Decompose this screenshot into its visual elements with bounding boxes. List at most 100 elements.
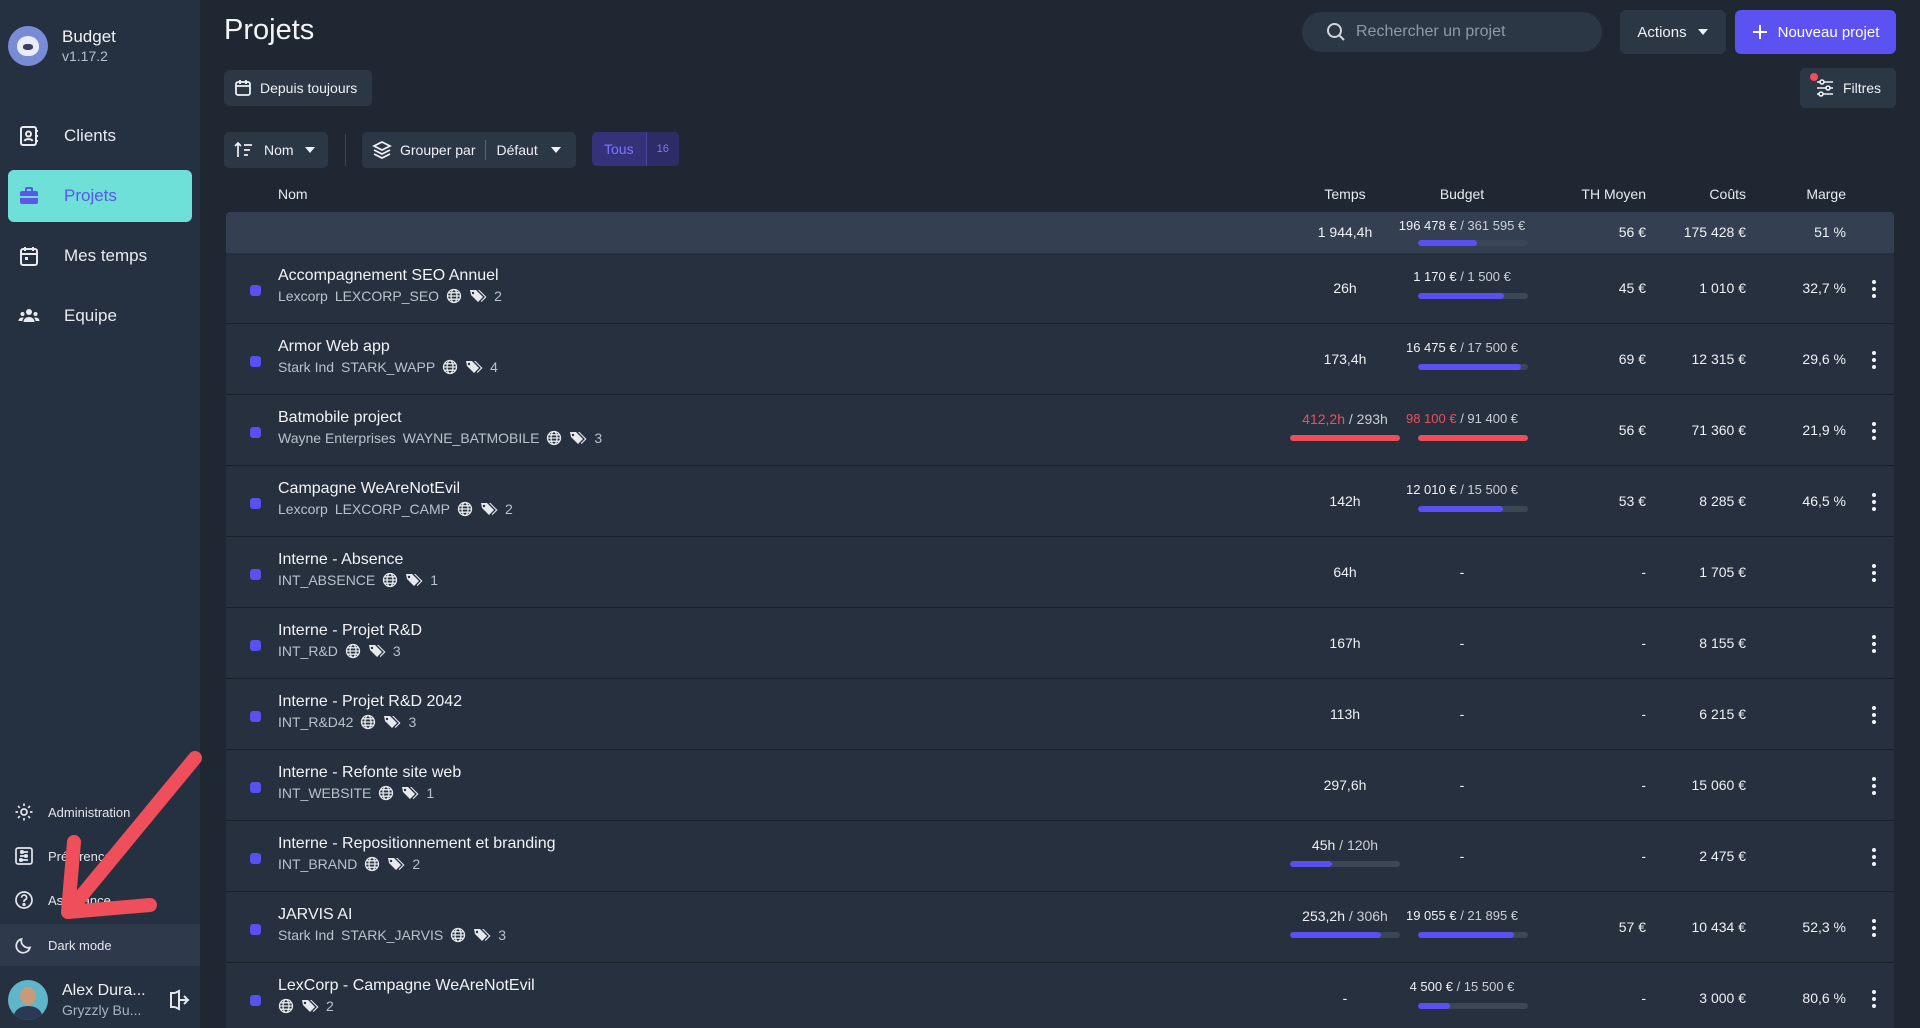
project-name[interactable]: Batmobile project xyxy=(278,409,402,427)
moon-icon xyxy=(15,937,32,954)
tags-icon xyxy=(402,787,419,799)
nav-item-equipe[interactable]: Equipe xyxy=(8,290,192,342)
table-row[interactable]: Batmobile project Wayne Enterprises WAYNE_… xyxy=(226,395,1894,466)
table-row[interactable]: Interne - Repositionnement et branding IN… xyxy=(226,821,1894,892)
all-label: Tous xyxy=(604,141,634,157)
project-budget-total: 21 895 € xyxy=(1467,908,1519,923)
column-budget[interactable]: Budget xyxy=(1382,186,1542,202)
project-costs: 6 215 € xyxy=(1699,706,1746,722)
separator: / xyxy=(1335,837,1347,853)
row-menu-kebab-icon[interactable] xyxy=(1864,632,1884,656)
row-menu-kebab-icon[interactable] xyxy=(1864,348,1884,372)
project-name[interactable]: Accompagnement SEO Annuel xyxy=(278,267,499,285)
calendar-icon xyxy=(18,245,40,267)
tags-icon xyxy=(470,290,487,302)
project-color-dot xyxy=(250,782,261,793)
tags-icon xyxy=(388,858,405,870)
project-budget-progress-fill xyxy=(1418,293,1504,299)
row-menu-kebab-icon[interactable] xyxy=(1864,277,1884,301)
project-name[interactable]: Interne - Absence xyxy=(278,551,403,569)
column-name[interactable]: Nom xyxy=(278,186,308,202)
nav-item-administration[interactable]: Administration xyxy=(0,790,200,834)
period-selector[interactable]: Depuis toujours xyxy=(224,70,372,106)
table-row[interactable]: Interne - Absence INT_ABSENCE 1 64h - -1 705 … xyxy=(226,537,1894,608)
project-name[interactable]: Interne - Refonte site web xyxy=(278,764,461,782)
filters-active-dot xyxy=(1810,73,1818,81)
separator: / xyxy=(1345,411,1357,427)
nav-item-assistance[interactable]: Assistance xyxy=(0,878,200,922)
project-name[interactable]: Armor Web app xyxy=(278,338,390,356)
row-menu-kebab-icon[interactable] xyxy=(1864,845,1884,869)
table-row[interactable]: Interne - Projet R&D INT_R&D 3 167h - -8 155 … xyxy=(226,608,1894,679)
project-budget: - xyxy=(1459,777,1465,793)
project-name[interactable]: LexCorp - Campagne WeAreNotEvil xyxy=(278,977,535,995)
layers-icon xyxy=(372,141,392,159)
table-row[interactable]: JARVIS AI Stark Ind STARK_JARVIS 3 253,2h / … xyxy=(226,892,1894,963)
project-margin: 32,7 % xyxy=(1802,280,1846,296)
dark-mode-toggle[interactable]: Dark mode xyxy=(0,924,200,966)
nav-item-clients[interactable]: Clients xyxy=(8,110,192,162)
logout-icon[interactable] xyxy=(166,988,190,1012)
filters-button[interactable]: Filtres xyxy=(1800,68,1896,108)
project-budget-progress-fill xyxy=(1418,435,1528,441)
project-code: LEXCORP_CAMP xyxy=(334,501,450,517)
user-profile[interactable]: Alex Dura... Gryzzly Bu... xyxy=(0,972,200,1028)
project-code: STARK_WAPP xyxy=(341,359,436,375)
new-project-label: Nouveau projet xyxy=(1777,23,1880,41)
nav-item-preferences[interactable]: Préférences xyxy=(0,834,200,878)
project-name[interactable]: Interne - Projet R&D 2042 xyxy=(278,693,462,711)
table-row[interactable]: Accompagnement SEO Annuel Lexcorp LEXCORP_… xyxy=(226,253,1894,324)
row-menu-kebab-icon[interactable] xyxy=(1864,419,1884,443)
project-name[interactable]: Interne - Projet R&D xyxy=(278,622,422,640)
nav-item-projets[interactable]: Projets xyxy=(8,170,192,222)
project-tag-count: 3 xyxy=(408,714,417,730)
actions-button[interactable]: Actions xyxy=(1620,10,1726,54)
row-menu-kebab-icon[interactable] xyxy=(1864,490,1884,514)
sort-selector[interactable]: Nom xyxy=(224,132,328,168)
nav-label: Projets xyxy=(64,186,117,205)
project-th-moyen: - xyxy=(1641,635,1646,651)
new-project-button[interactable]: Nouveau projet xyxy=(1735,10,1896,54)
project-costs: 71 360 € xyxy=(1691,422,1747,438)
sliders-icon xyxy=(15,847,33,865)
project-th-moyen: - xyxy=(1641,848,1646,864)
table-row[interactable]: LexCorp - Campagne WeAreNotEvil 2 - 4 500 €… xyxy=(226,963,1894,1028)
brand[interactable]: Budget v1.17.2 xyxy=(8,26,116,66)
project-tag-count: 4 xyxy=(490,359,498,375)
table-row[interactable]: Armor Web app Stark Ind STARK_WAPP 4 173,4h 1… xyxy=(226,324,1894,395)
plus-icon xyxy=(1752,25,1767,39)
row-menu-kebab-icon[interactable] xyxy=(1864,916,1884,940)
sort-label: Nom xyxy=(264,142,294,158)
project-budget-total: 1 500 € xyxy=(1467,269,1511,284)
project-costs: 15 060 € xyxy=(1691,777,1747,793)
column-th-moyen[interactable]: TH Moyen xyxy=(1526,186,1646,202)
project-name[interactable]: JARVIS AI xyxy=(278,906,352,924)
search-input[interactable]: Rechercher un projet xyxy=(1302,12,1602,52)
nav-item-mes-temps[interactable]: Mes temps xyxy=(8,230,192,282)
tags-icon xyxy=(302,1000,319,1012)
project-color-dot xyxy=(250,498,261,509)
column-costs[interactable]: Coûts xyxy=(1646,186,1746,202)
table-row[interactable]: Interne - Projet R&D 2042 INT_R&D42 3 113h -… xyxy=(226,679,1894,750)
row-menu-kebab-icon[interactable] xyxy=(1864,774,1884,798)
table-row[interactable]: Campagne WeAreNotEvil Lexcorp LEXCORP_CAMP… xyxy=(226,466,1894,537)
caret-down-icon xyxy=(304,147,315,153)
row-menu-kebab-icon[interactable] xyxy=(1864,703,1884,727)
table-row[interactable]: Interne - Refonte site web INT_WEBSITE 1 29… xyxy=(226,750,1894,821)
group-by-selector[interactable]: Grouper par Défaut xyxy=(362,132,576,168)
project-costs: 10 434 € xyxy=(1691,919,1747,935)
row-menu-kebab-icon[interactable] xyxy=(1864,987,1884,1011)
all-projects-toggle[interactable]: Tous 16 xyxy=(592,132,679,166)
project-name[interactable]: Interne - Repositionnement et branding xyxy=(278,835,556,853)
nav-label: Assistance xyxy=(48,892,111,908)
project-th-moyen: 56 € xyxy=(1618,422,1646,438)
row-menu-kebab-icon[interactable] xyxy=(1864,561,1884,585)
project-name[interactable]: Campagne WeAreNotEvil xyxy=(278,480,460,498)
column-margin[interactable]: Marge xyxy=(1746,186,1846,202)
project-budget-spent: 4 500 € xyxy=(1409,979,1453,994)
project-time-budget: 120h xyxy=(1346,837,1379,853)
project-budget-progress-fill xyxy=(1418,506,1503,512)
separator: / xyxy=(1452,979,1464,994)
separator: / xyxy=(1345,908,1357,924)
project-time-spent: 45h xyxy=(1311,837,1336,853)
